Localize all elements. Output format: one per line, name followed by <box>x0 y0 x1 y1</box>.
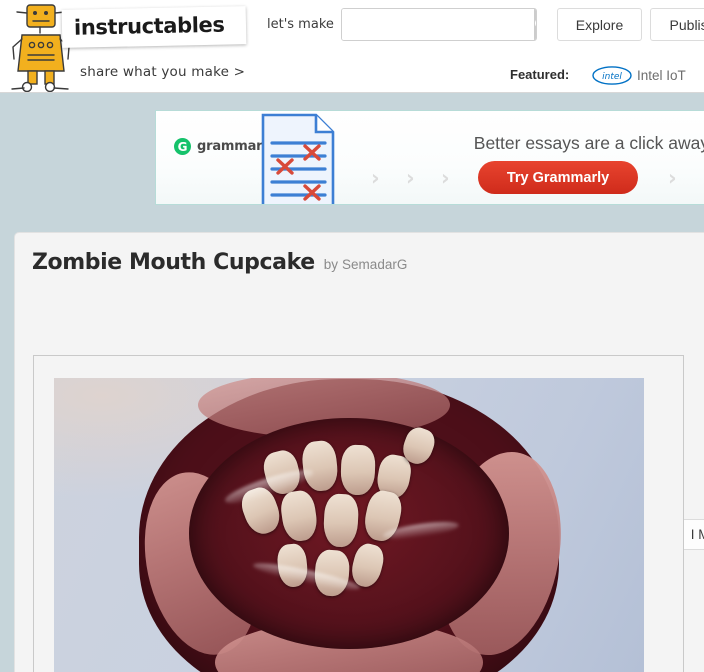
document-with-corrections-icon <box>261 113 335 204</box>
try-grammarly-button[interactable]: Try Grammarly <box>478 161 638 194</box>
instructable-card: Zombie Mouth Cupcake by SemadarG PDF A D… <box>14 232 704 672</box>
search-button[interactable] <box>534 9 536 40</box>
featured-label: Featured: <box>510 67 570 82</box>
nav-explore-button[interactable]: Explore <box>557 8 642 41</box>
i-made-it-label: I Ma <box>690 527 704 542</box>
site-header: instructables share what you make > let'… <box>0 0 704 93</box>
featured-sponsor-name[interactable]: Intel IoT <box>637 68 686 83</box>
search-bar[interactable] <box>341 8 537 41</box>
intel-logo-icon[interactable]: intel <box>592 66 632 85</box>
title-row: Zombie Mouth Cupcake by SemadarG <box>32 250 407 275</box>
lets-make-label: let's make <box>267 17 334 32</box>
search-input[interactable] <box>342 9 534 40</box>
search-icon <box>534 20 536 27</box>
page-root: instructables share what you make > let'… <box>0 0 704 672</box>
site-tagline[interactable]: share what you make > <box>80 64 245 80</box>
main-photo[interactable] <box>54 378 644 672</box>
cupcake-shape <box>129 378 576 672</box>
main-photo-frame <box>33 355 684 672</box>
nav-publish-button[interactable]: Publish <box>650 8 704 41</box>
svg-text:intel: intel <box>602 72 622 82</box>
chevron-right-icon: › <box>406 166 415 190</box>
grammarly-ad-banner[interactable]: G grammarly Better essays are a click aw… <box>155 110 704 205</box>
grammarly-logo: G grammarly <box>174 138 275 155</box>
grammarly-g-icon: G <box>174 138 191 155</box>
by-label: by <box>323 257 339 272</box>
author-link[interactable]: SemadarG <box>342 257 407 272</box>
chevron-right-icon: › <box>668 166 677 190</box>
page-title: Zombie Mouth Cupcake <box>32 250 315 275</box>
ad-headline: Better essays are a click away! <box>473 133 704 153</box>
chevron-right-icon: › <box>441 166 450 190</box>
brand-name: instructables <box>73 12 225 40</box>
chevron-right-icon: › <box>371 166 380 190</box>
